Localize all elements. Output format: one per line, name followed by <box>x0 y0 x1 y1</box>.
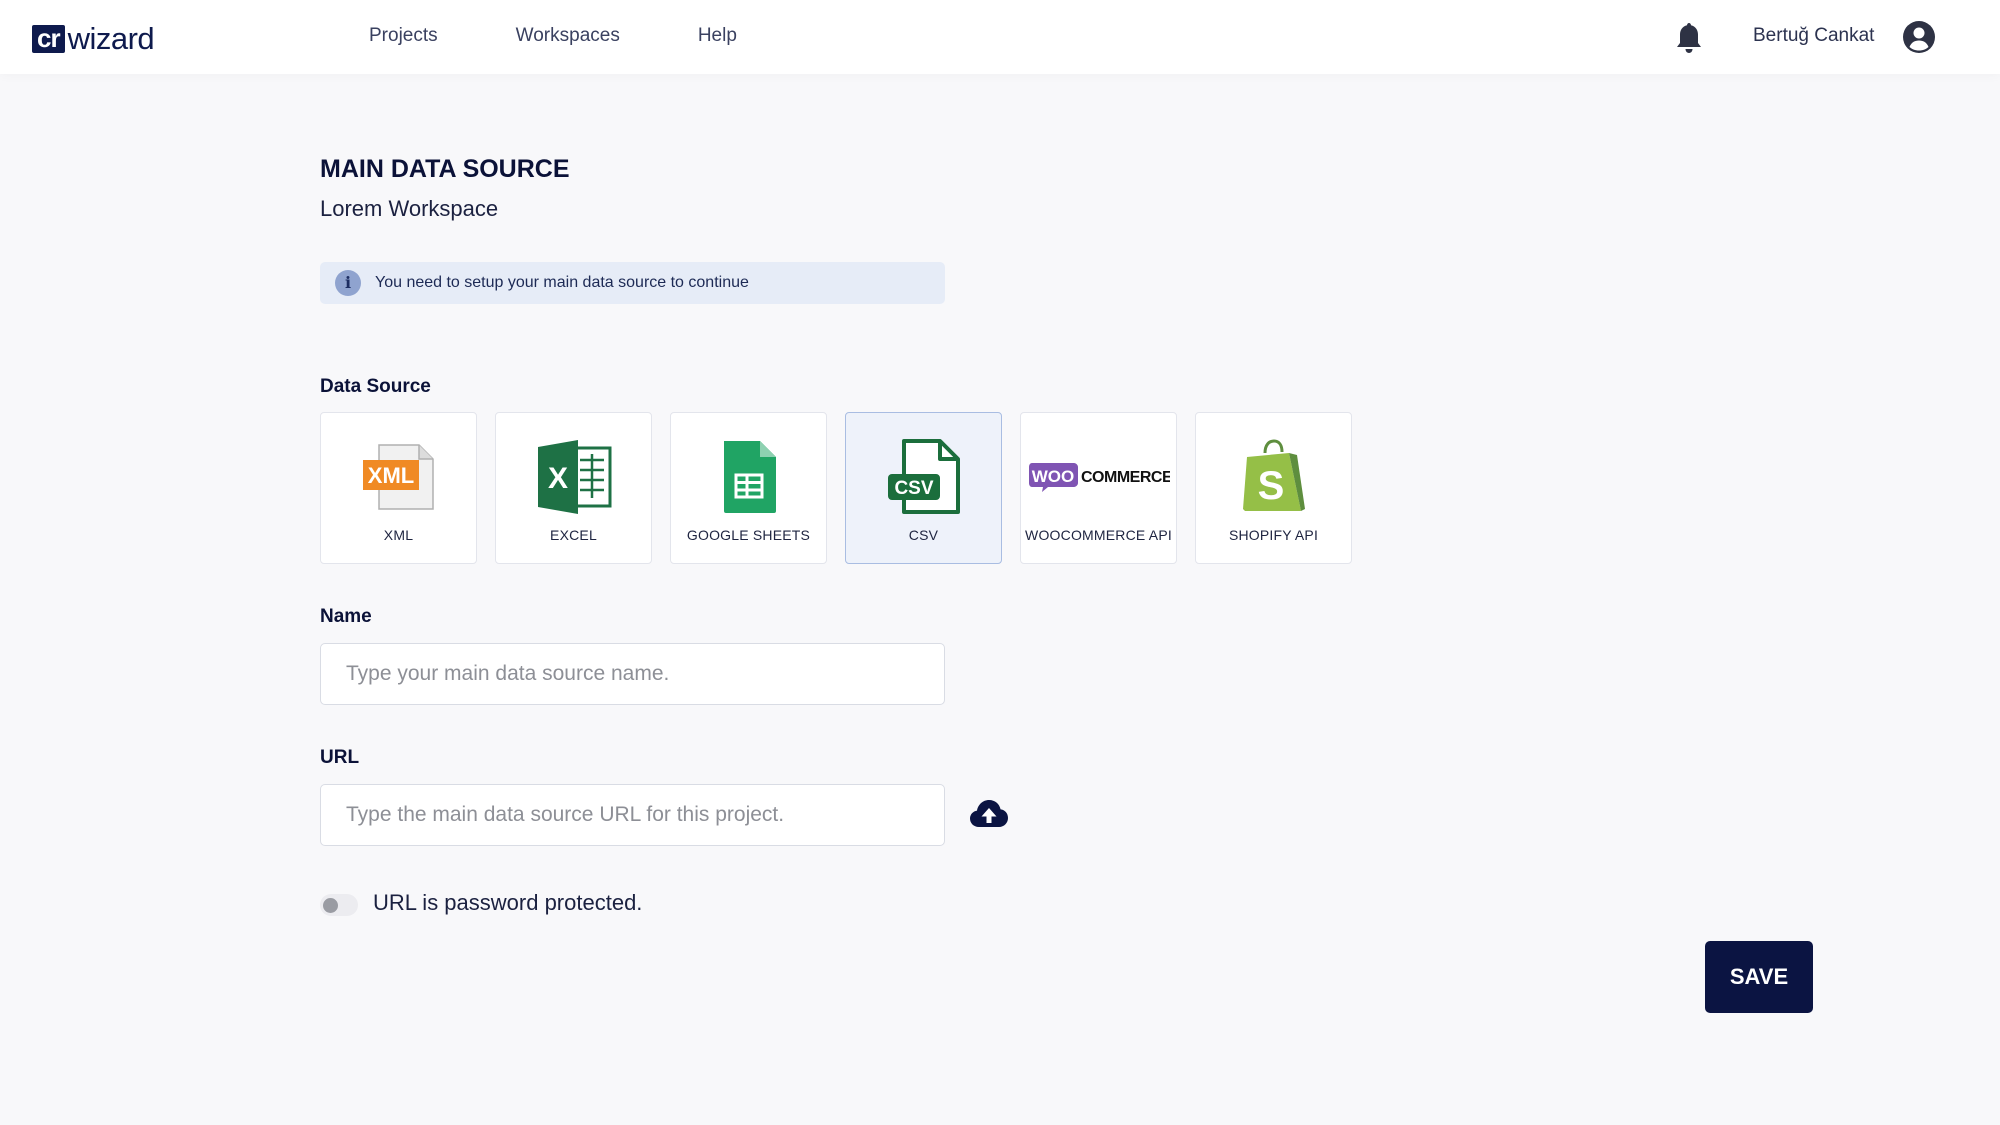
setup-notice: i You need to setup your main data sourc… <box>320 262 945 304</box>
toggle-knob <box>323 898 338 913</box>
password-protected-label: URL is password protected. <box>373 890 643 915</box>
nav-help[interactable]: Help <box>698 25 737 47</box>
url-label: URL <box>320 747 360 768</box>
csv-file-icon: CSV <box>887 439 960 514</box>
source-label: WOOCOMMERCE API <box>1025 527 1172 543</box>
page-title: MAIN DATA SOURCE <box>320 155 570 183</box>
logo-text: wizard <box>67 21 155 56</box>
save-button[interactable]: SAVE <box>1705 941 1813 1013</box>
xml-file-icon: XML <box>362 444 434 510</box>
app-logo[interactable]: cr wizard <box>32 21 155 57</box>
user-avatar-icon[interactable] <box>1902 20 1936 54</box>
source-label: EXCEL <box>550 527 597 543</box>
source-label: XML <box>383 527 414 543</box>
source-option-csv[interactable]: CSV CSV <box>845 412 1002 564</box>
source-option-excel[interactable]: X EXCEL <box>495 412 652 564</box>
bell-icon[interactable] <box>1674 21 1704 55</box>
name-input[interactable] <box>320 643 945 705</box>
source-option-woocommerce[interactable]: WOO COMMERCE WOOCOMMERCE API <box>1020 412 1177 564</box>
nav-projects[interactable]: Projects <box>369 25 438 47</box>
data-source-label: Data Source <box>320 376 431 397</box>
workspace-subtitle: Lorem Workspace <box>320 196 499 221</box>
info-icon: i <box>335 270 361 296</box>
user-name[interactable]: Bertuğ Cankat <box>1753 25 1874 47</box>
source-option-xml[interactable]: XML XML <box>320 412 477 564</box>
source-label: CSV <box>908 527 939 543</box>
svg-text:COMMERCE: COMMERCE <box>1081 469 1170 486</box>
notice-text: You need to setup your main data source … <box>375 274 749 291</box>
source-option-shopify[interactable]: S SHOPIFY API <box>1195 412 1352 564</box>
source-label: SHOPIFY API <box>1228 527 1319 543</box>
main-nav: Projects Workspaces Help <box>369 25 815 47</box>
svg-text:XML: XML <box>367 463 413 488</box>
cloud-upload-icon[interactable] <box>969 797 1009 831</box>
password-protected-toggle[interactable] <box>320 894 358 916</box>
google-sheets-icon <box>723 441 776 513</box>
nav-workspaces[interactable]: Workspaces <box>516 25 620 47</box>
url-input[interactable] <box>320 784 945 846</box>
shopify-icon: S <box>1242 439 1305 511</box>
svg-text:CSV: CSV <box>894 478 933 499</box>
svg-text:WOO: WOO <box>1031 467 1074 486</box>
source-label: GOOGLE SHEETS <box>686 527 811 543</box>
excel-icon: X <box>537 440 611 514</box>
name-label: Name <box>320 606 372 627</box>
logo-mark: cr <box>32 25 65 53</box>
data-source-options: XML XML X EXCEL GOOGLE SHEETS CSV CSV WO… <box>320 412 1370 564</box>
svg-text:S: S <box>1257 464 1284 508</box>
top-navbar: cr wizard Projects Workspaces Help Bertu… <box>0 0 2000 74</box>
woocommerce-icon: WOO COMMERCE <box>1028 463 1170 492</box>
svg-text:X: X <box>547 462 567 495</box>
source-option-google-sheets[interactable]: GOOGLE SHEETS <box>670 412 827 564</box>
